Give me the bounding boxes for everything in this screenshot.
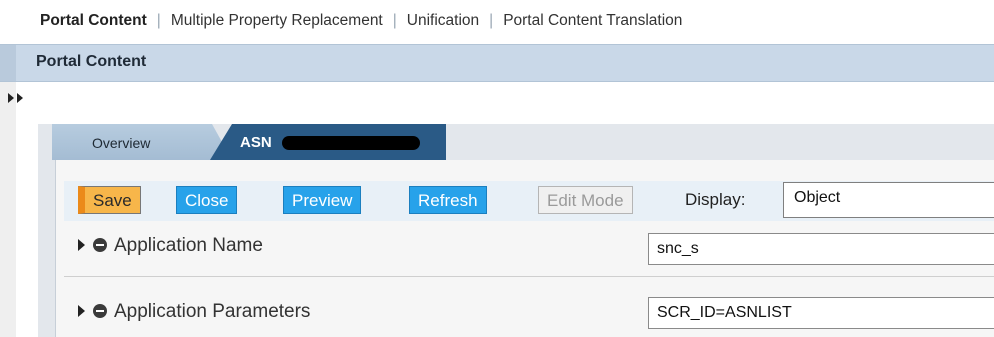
tab-asn-object[interactable]: ASN	[210, 124, 446, 160]
expand-navigation-icon[interactable]	[8, 93, 23, 103]
top-navigation-links: Portal Content | Multiple Property Replace…	[40, 12, 682, 30]
header-left-strip	[0, 45, 16, 81]
application-name-field[interactable]: snc_s	[648, 233, 994, 265]
redaction-mark	[282, 136, 420, 150]
portal-content-header: Portal Content	[0, 44, 994, 82]
nav-separator: |	[392, 12, 397, 29]
close-button[interactable]: Close	[176, 186, 238, 214]
minus-circle-icon[interactable]	[93, 304, 107, 318]
page-title: Portal Content	[36, 53, 147, 70]
arrow-right-icon	[8, 93, 14, 103]
edit-mode-button: Edit Mode	[538, 186, 633, 214]
refresh-button[interactable]: Refresh	[409, 186, 487, 214]
tab-overview-label: Overview	[92, 135, 151, 151]
row-divider	[64, 276, 994, 277]
arrow-right-icon	[17, 93, 23, 103]
application-parameters-field[interactable]: SCR_ID=ASNLIST	[648, 297, 994, 329]
expand-arrow-icon[interactable]	[78, 305, 85, 317]
left-navigation-panel	[0, 82, 16, 337]
property-label-application-parameters: Application Parameters	[114, 301, 311, 322]
tab-asn-label: ASN	[240, 134, 272, 151]
nav-link-portal-content[interactable]: Portal Content	[40, 12, 147, 29]
minus-circle-icon[interactable]	[93, 238, 107, 252]
expand-arrow-icon[interactable]	[78, 239, 85, 251]
preview-button[interactable]: Preview	[283, 186, 362, 214]
display-label: Display:	[685, 190, 746, 209]
top-navigation: Portal Content | Multiple Property Replace…	[0, 0, 994, 44]
nav-link-multiple-property-replacement[interactable]: Multiple Property Replacement	[171, 12, 383, 29]
nav-separator: |	[156, 12, 161, 29]
save-button[interactable]: Save	[78, 186, 141, 214]
property-label-application-name: Application Name	[114, 235, 263, 256]
nav-link-portal-content-translation[interactable]: Portal Content Translation	[503, 12, 682, 29]
nav-separator: |	[489, 12, 494, 29]
editor-tabs: Overview ASN	[40, 124, 460, 160]
nav-link-unification[interactable]: Unification	[407, 12, 479, 29]
tab-overview[interactable]: Overview	[52, 124, 232, 160]
display-select[interactable]: Object	[783, 182, 994, 218]
